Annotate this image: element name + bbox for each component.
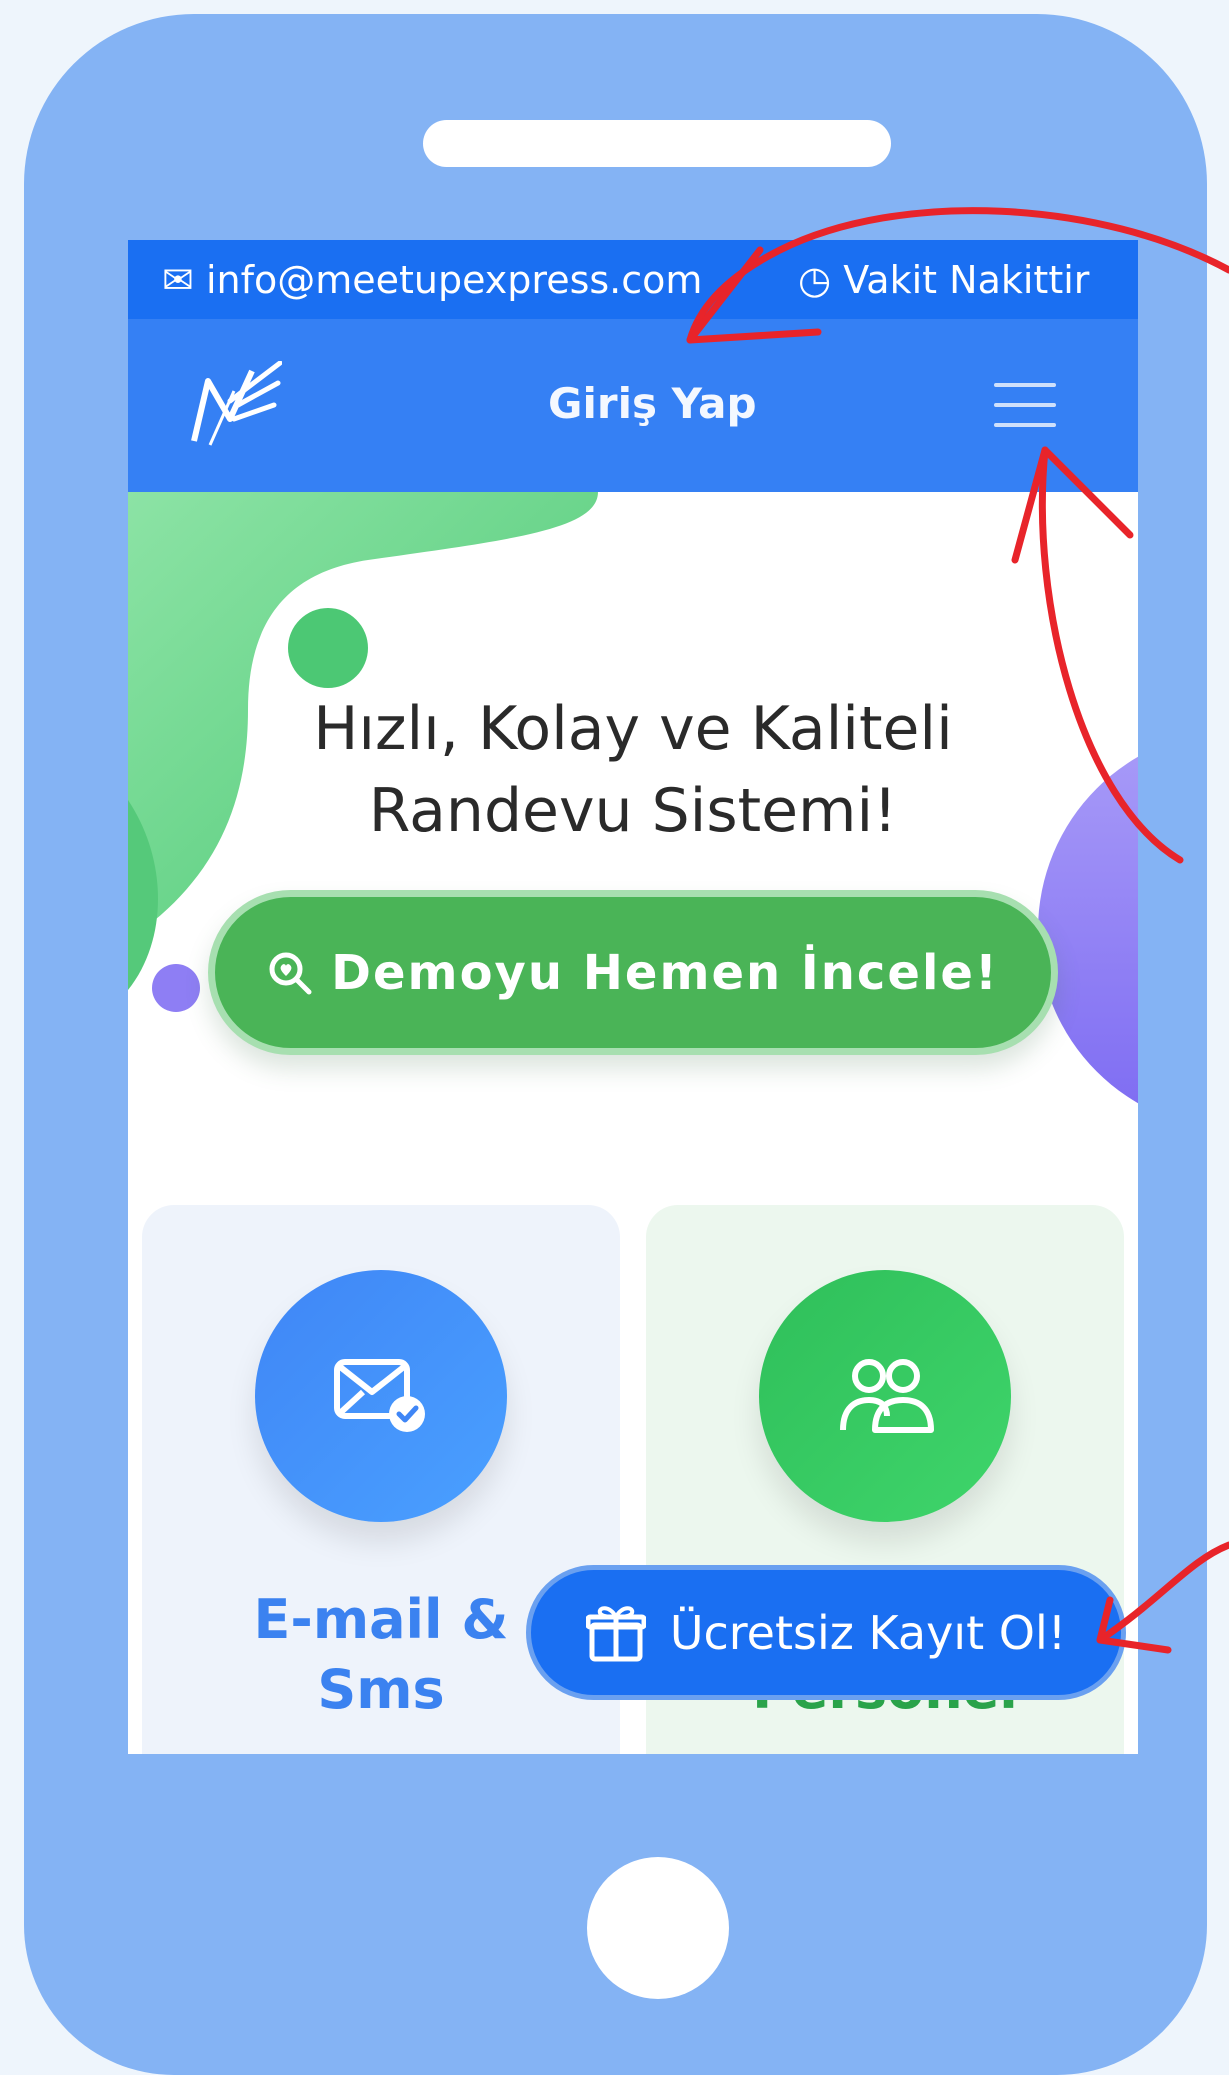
navbar: Giriş Yap [128,319,1138,492]
users-icon [840,1359,934,1433]
hero-title-line1: Hızlı, Kolay ve Kaliteli [313,694,953,764]
phone-screen: ✉ info@meetupexpress.com ◷ Vakit Nakitti… [128,240,1138,1754]
purple-dot [152,964,200,1012]
email-text: info@meetupexpress.com [205,258,703,302]
phone-home-button [587,1857,729,1999]
tagline: ◷ Vakit Nakittir [798,258,1089,302]
envelope-icon: ✉ [162,258,194,302]
phone-speaker [423,120,891,167]
top-info-bar: ✉ info@meetupexpress.com ◷ Vakit Nakitti… [128,240,1138,319]
green-dot [288,608,368,688]
brand-logo[interactable] [190,361,282,447]
feature-icon-circle-personel [759,1270,1011,1522]
login-link[interactable]: Giriş Yap [548,379,757,428]
search-icon [269,952,312,994]
demo-button[interactable]: Demoyu Hemen İncele! [208,890,1058,1055]
email-contact[interactable]: ✉ info@meetupexpress.com [162,258,702,302]
hamburger-icon[interactable] [994,375,1056,435]
free-register-button[interactable]: Ücretsiz Kayıt Ol! [526,1565,1126,1700]
tagline-text: Vakit Nakittir [843,258,1090,302]
feature-icon-circle-email [255,1270,507,1522]
hero-title-line2: Randevu Sistemi! [368,776,898,846]
hero-title: Hızlı, Kolay ve Kaliteli Randevu Sistemi… [128,688,1138,852]
demo-button-label: Demoyu Hemen İncele! [331,944,999,1001]
email-check-icon [334,1359,425,1432]
clock-icon: ◷ [798,258,832,302]
free-register-label: Ücretsiz Kayıt Ol! [669,1605,1067,1660]
gift-icon [585,1605,646,1661]
